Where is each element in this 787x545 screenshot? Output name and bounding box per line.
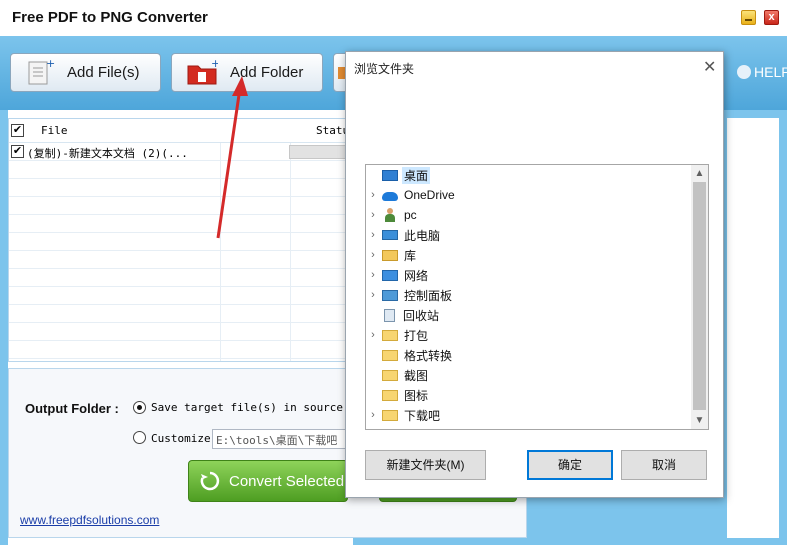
folder-icon	[382, 370, 398, 381]
desktop-icon	[382, 170, 398, 181]
folder-icon	[382, 410, 398, 421]
help-label: HELP	[754, 64, 787, 80]
tree-item-folder[interactable]: › 打包	[366, 325, 691, 345]
preview-panel	[727, 118, 779, 538]
tree-item-desktop[interactable]: 桌面	[366, 165, 691, 185]
add-folder-label: Add Folder	[230, 64, 304, 81]
library-icon	[382, 250, 398, 261]
help-icon	[737, 65, 751, 79]
expander-icon[interactable]: ›	[366, 229, 380, 241]
tree-item-label: 截图	[404, 368, 429, 383]
expander-icon[interactable]: ›	[366, 209, 380, 221]
folder-icon	[382, 390, 398, 401]
expander-icon[interactable]: ›	[366, 269, 380, 281]
expander-icon[interactable]: ›	[366, 329, 380, 341]
customize-radio[interactable]	[133, 431, 146, 444]
expander-icon[interactable]: ›	[366, 289, 380, 301]
save-in-source-label: Save target file(s) in source fo	[151, 401, 363, 414]
ok-button[interactable]: 确定	[527, 450, 613, 480]
help-button[interactable]: HELP	[737, 64, 787, 80]
folder-icon	[382, 330, 398, 341]
customize-label: Customize	[151, 432, 211, 445]
tree-item-folder[interactable]: 格式转换	[366, 345, 691, 365]
file-list-header: ✔ File Statu	[9, 119, 352, 143]
tree-item-this-pc[interactable]: › 此电脑	[366, 225, 691, 245]
browse-folder-dialog: 浏览文件夹 ✕ 桌面 › OneDrive › pc › 此电脑 › 库 › 网…	[345, 51, 724, 498]
cloud-icon	[382, 192, 398, 201]
red-folder-icon: +	[187, 59, 218, 84]
add-files-label: Add File(s)	[67, 64, 140, 81]
tree-item-label: 桌面	[402, 166, 431, 184]
title-bar: Free PDF to PNG Converter x	[0, 0, 787, 36]
tree-item-label: 控制面板	[404, 288, 453, 303]
dialog-title: 浏览文件夹	[354, 62, 415, 76]
expander-icon[interactable]: ›	[366, 189, 380, 201]
left-border	[0, 110, 8, 545]
tree-scrollbar[interactable]: ▲ ▼	[691, 165, 708, 429]
tree-item-label: 此电脑	[404, 228, 441, 243]
tree-item-label: 网络	[404, 268, 429, 283]
recycle-bin-icon	[384, 308, 395, 322]
minimize-button[interactable]	[741, 10, 756, 25]
status-progress-bar	[289, 145, 352, 159]
user-icon	[382, 208, 398, 222]
svg-text:+: +	[46, 58, 55, 70]
app-window: Free PDF to PNG Converter x + Add File(s…	[0, 0, 787, 545]
website-link[interactable]: www.freepdfsolutions.com	[20, 513, 159, 527]
cancel-button[interactable]: 取消	[621, 450, 707, 480]
add-files-button[interactable]: + Add File(s)	[10, 53, 161, 92]
tree-item-label: 回收站	[403, 308, 440, 323]
folder-icon	[382, 350, 398, 361]
network-icon	[382, 270, 398, 281]
row-checkbox[interactable]: ✔	[11, 145, 24, 158]
add-folder-button[interactable]: + Add Folder	[171, 53, 323, 92]
tree-item-pc[interactable]: › pc	[366, 205, 691, 225]
folder-tree[interactable]: 桌面 › OneDrive › pc › 此电脑 › 库 › 网络 › 控制面板…	[365, 164, 709, 430]
window-title: Free PDF to PNG Converter	[12, 9, 208, 26]
refresh-icon	[200, 471, 220, 491]
computer-icon	[382, 230, 398, 240]
scroll-up-icon[interactable]: ▲	[691, 165, 708, 182]
tree-item-folder[interactable]: 图标	[366, 385, 691, 405]
file-list[interactable]: ✔ File Statu ✔ (复制)-新建文本文档 (2)(...	[8, 118, 353, 362]
file-name: (复制)-新建文本文档 (2)(...	[27, 147, 188, 160]
tree-item-library[interactable]: › 库	[366, 245, 691, 265]
tree-item-label: 图标	[404, 388, 429, 403]
tree-item-folder[interactable]: 截图	[366, 365, 691, 385]
select-all-checkbox[interactable]: ✔	[11, 124, 24, 137]
tree-item-label: pc	[404, 208, 417, 222]
tree-item-recycle-bin[interactable]: 回收站	[366, 305, 691, 325]
control-panel-icon	[382, 290, 398, 301]
save-in-source-radio[interactable]	[133, 401, 146, 414]
dialog-close-icon[interactable]: ✕	[703, 57, 716, 77]
document-icon: +	[28, 58, 55, 84]
convert-selected-button[interactable]: Convert Selected	[188, 460, 348, 502]
scroll-down-icon[interactable]: ▼	[691, 412, 708, 429]
tree-item-label: OneDrive	[404, 188, 455, 202]
tree-item-onedrive[interactable]: › OneDrive	[366, 185, 691, 205]
output-folder-label: Output Folder :	[25, 401, 119, 416]
tree-item-label: 格式转换	[404, 348, 453, 363]
tree-item-label: 库	[404, 248, 417, 263]
tree-item-control-panel[interactable]: › 控制面板	[366, 285, 691, 305]
new-folder-button[interactable]: 新建文件夹(M)	[365, 450, 486, 480]
custom-path-input[interactable]: E:\tools\桌面\下载吧	[212, 429, 346, 449]
table-row[interactable]: ✔ (复制)-新建文本文档 (2)(...	[9, 143, 352, 161]
expander-icon[interactable]: ›	[366, 249, 380, 261]
column-header-file: File	[41, 124, 68, 137]
tree-item-folder[interactable]: › 下载吧	[366, 405, 691, 425]
tree-item-network[interactable]: › 网络	[366, 265, 691, 285]
convert-selected-label: Convert Selected	[229, 472, 345, 490]
tree-item-label: 下载吧	[404, 408, 441, 423]
scroll-thumb[interactable]	[693, 182, 706, 410]
svg-text:+: +	[211, 59, 218, 70]
expander-icon[interactable]: ›	[366, 409, 380, 421]
tree-item-label: 打包	[404, 328, 429, 343]
close-button[interactable]: x	[764, 10, 779, 25]
